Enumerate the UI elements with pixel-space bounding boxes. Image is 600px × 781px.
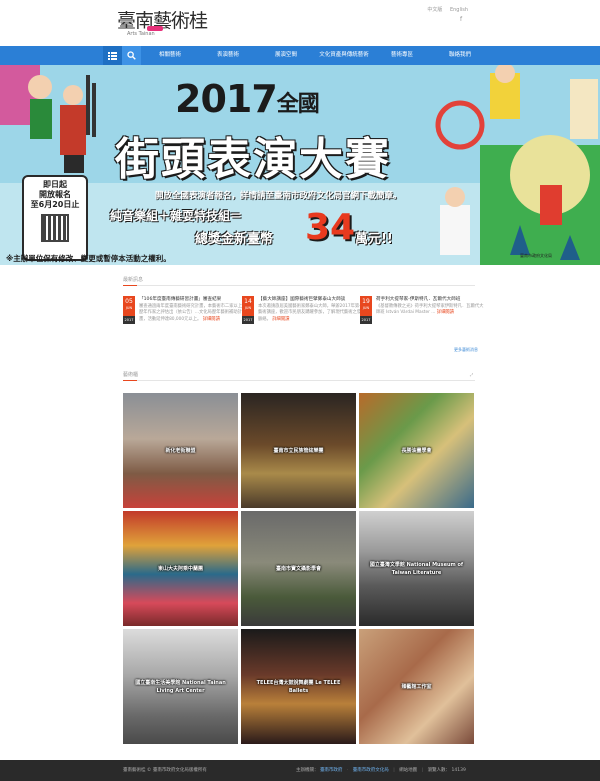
performer-illustration-right — [435, 65, 600, 265]
banner-prize-unit: 萬元!! — [355, 232, 393, 247]
news-item[interactable]: 05 JUN 2017 「106年度臺南傳藝研習計畫」審查結果 審查通過兩年度臺… — [123, 296, 246, 346]
qr-code-icon — [41, 214, 69, 242]
separator: | — [421, 768, 424, 773]
footer-link-city[interactable]: 臺南市政府 — [320, 768, 343, 773]
search-button[interactable] — [122, 46, 141, 65]
tile-caption: 長勝油畫學會 — [401, 447, 432, 454]
separator: | — [393, 768, 395, 773]
visits-label: 瀏覽人數： — [427, 768, 451, 773]
gallery-tile[interactable]: 東山大夫阿乘中蘭團 — [123, 511, 238, 626]
nav-item-venues[interactable]: 展演空間 — [257, 46, 315, 65]
nav-item-performing-arts[interactable]: 表演藝術 — [199, 46, 257, 65]
tile-caption: 臺南市寶文攝影學會 — [275, 565, 321, 572]
gallery-tile[interactable]: TELEE台灣太鼓說舞劇團 Le TELEE Ballets — [241, 629, 356, 744]
news-item[interactable]: 14 JUN 2017 【藝大師講座】國際藝術巨擘鄭泰山大師談 本次邀請旅居美國… — [242, 296, 368, 346]
lang-english-link[interactable]: English — [450, 7, 468, 13]
section-divider — [123, 380, 475, 381]
section-divider — [123, 285, 475, 286]
search-icon — [127, 51, 136, 60]
news-year: 2017 — [360, 316, 372, 324]
language-switch: 中文版 English — [421, 6, 468, 13]
separator: · — [346, 768, 349, 773]
hero-banner[interactable]: 2017全國 街頭表演大賽 開放全國表演者報名，詳情請至臺南市政府文化局官網下載… — [0, 65, 600, 265]
expand-icon[interactable]: ⤢ — [470, 372, 473, 377]
facebook-icon[interactable]: f — [460, 16, 462, 23]
news-year: 2017 — [123, 316, 135, 324]
reg-line: 至6月20日止 — [30, 200, 80, 209]
site-header: 臺南藝術桂 Arts Tainan 中文版 English f — [0, 0, 600, 46]
tile-caption: TELEE台灣太鼓說舞劇團 Le TELEE Ballets — [256, 679, 341, 694]
news-date: 14 JUN — [242, 296, 254, 316]
nav-item-related-arts[interactable]: 相關藝術 — [141, 46, 199, 65]
gallery-tile[interactable]: 臺南市立民族管絃樂團 — [241, 393, 356, 508]
news-title[interactable]: 【藝大師講座】國際藝術巨擘鄭泰山大師談 — [258, 296, 368, 303]
logo-subtitle: Arts Tainan — [127, 31, 155, 37]
footer-links: 主辦機關： 臺南市政府 · 臺南市政府文化局 | 網站地圖 | 瀏覽人數： 14… — [296, 760, 466, 781]
nav-item-art-zone[interactable]: 藝術專區 — [373, 46, 431, 65]
organizer-label: 主辦機關： — [296, 768, 319, 773]
banner-main-title: 街頭表演大賽 — [115, 134, 391, 185]
visits-count: 14139 — [451, 768, 466, 773]
lang-chinese-link[interactable]: 中文版 — [427, 7, 442, 13]
gallery-grid: 新化老街聯盟 臺南市立民族管絃樂團 長勝油畫學會 東山大夫阿乘中蘭團 臺南市寶文… — [123, 393, 475, 746]
tile-caption: 臻藝館工作室 — [401, 683, 432, 690]
news-title[interactable]: 荷手利大提琴家-伊斯特凡．瓦爾代大師班 — [376, 296, 486, 303]
sitemap-link[interactable]: 網站地圖 — [399, 768, 417, 773]
reg-line: 開放報名 — [39, 190, 71, 199]
gallery-tile[interactable]: 臻藝館工作室 — [359, 629, 474, 744]
section-accent — [123, 285, 137, 286]
news-body: 《基督教傳教之光》荷手利大提琴家伊斯特凡．瓦爾代大師班 István Várda… — [376, 304, 484, 316]
performer-illustration-left — [0, 65, 96, 173]
reg-line: 即日起 — [43, 180, 67, 189]
gallery-tile[interactable]: 國立臺南生活美學館 National Tainan Living Art Cen… — [123, 629, 238, 744]
tile-caption: 臺南市立民族管絃樂團 — [273, 447, 324, 454]
banner-organizer: 臺南市政府文化局 — [520, 253, 552, 258]
read-more-link[interactable]: 詳細閱讀 — [437, 310, 454, 315]
list-icon — [108, 51, 117, 60]
news-item[interactable]: 19 JUN 2017 荷手利大提琴家-伊斯特凡．瓦爾代大師班 《基督教傳教之光… — [360, 296, 483, 346]
footer-link-culture[interactable]: 臺南市政府文化局 — [353, 768, 389, 773]
banner-prize-label: 總獎金新臺幣 — [195, 232, 274, 247]
site-footer: 臺南藝術桂 © 臺南市政府文化局版權所有 主辦機關： 臺南市政府 · 臺南市政府… — [0, 760, 600, 781]
gallery-tile[interactable]: 國立臺灣文學館 National Museum of Taiwan Litera… — [359, 511, 474, 626]
tile-caption: 新化老街聯盟 — [165, 447, 196, 454]
news-body: 本次邀請旅居美國藝術家鄭泰山大師，舉辦2017年第一場藝術講座，歡迎市民朋友踴躍… — [258, 304, 368, 322]
section-accent — [123, 380, 137, 381]
tile-caption: 國立臺灣文學館 National Museum of Taiwan Litera… — [369, 561, 464, 576]
news-title[interactable]: 「106年度臺南傳藝研習計畫」審查結果 — [139, 296, 249, 303]
banner-groups: 純音樂組＋雜耍特技組＝ — [110, 209, 243, 223]
tile-caption: 東山大夫阿乘中蘭團 — [157, 565, 203, 572]
registration-box: 即日起 開放報名 至6月20日止 — [22, 175, 88, 261]
news-body: 審查通過兩年度臺南藝術研究計畫，本藝術市二家以上或歷年作家之評估出（依公告）..… — [139, 304, 247, 322]
nav-item-heritage[interactable]: 文化資產與傳統藝術 — [315, 46, 373, 65]
nav-list: 相關藝術 表演藝術 展演空間 文化資產與傳統藝術 藝術專區 聯絡我們 — [141, 46, 489, 65]
news-date: 19 JUN — [360, 296, 372, 316]
site-logo[interactable]: 臺南藝術桂 Arts Tainan — [117, 6, 208, 42]
banner-description: 開放全國表演者報名，詳情請至臺南市政府文化局官網下載簡章。 — [155, 191, 402, 201]
gallery-tile[interactable]: 臺南市寶文攝影學會 — [241, 511, 356, 626]
tile-caption: 國立臺南生活美學館 National Tainan Living Art Cen… — [135, 679, 226, 694]
read-more-link[interactable]: 詳細閱讀 — [272, 317, 289, 322]
read-more-link[interactable]: 詳細閱讀 — [203, 317, 220, 322]
copyright-text: 臺南藝術桂 © 臺南市政府文化局版權所有 — [123, 768, 207, 773]
banner-note: ※主辦單位保有修改、變更或暫停本活動之權利。 — [6, 254, 171, 263]
more-news-link[interactable]: 更多藝術消息 — [454, 347, 478, 353]
banner-prize-amount: 34 — [305, 207, 356, 248]
main-nav: 相關藝術 表演藝術 展演空間 文化資產與傳統藝術 藝術專區 聯絡我們 — [0, 46, 600, 65]
nav-item-contact[interactable]: 聯絡我們 — [431, 46, 489, 65]
gallery-tile[interactable]: 新化老街聯盟 — [123, 393, 238, 508]
news-section-title: 最新訊息 — [123, 277, 144, 283]
gallery-tile[interactable]: 長勝油畫學會 — [359, 393, 474, 508]
news-date: 05 JUN — [123, 296, 135, 316]
banner-year-title: 2017全國 — [175, 77, 320, 121]
news-year: 2017 — [242, 316, 254, 324]
gallery-section-title: 藝術櫃 — [123, 372, 139, 378]
menu-button[interactable] — [103, 46, 122, 65]
